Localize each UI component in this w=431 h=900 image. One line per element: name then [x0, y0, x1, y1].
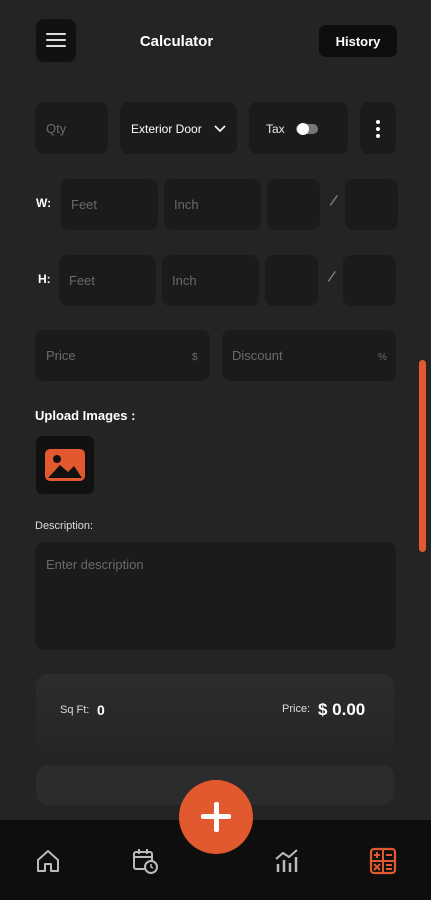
width-inch-input[interactable]: Inch: [164, 179, 261, 230]
sqft-label: Sq Ft:: [60, 704, 90, 716]
width-fraction-slash: /: [328, 192, 339, 211]
width-feet-placeholder: Feet: [71, 197, 98, 212]
description-label: Description:: [35, 520, 94, 532]
price-summary-label: Price:: [282, 703, 311, 715]
summary-card: Sq Ft: 0 Price: $ 0.00: [36, 674, 394, 752]
upload-image-button[interactable]: [36, 436, 94, 494]
calendar-clock-icon[interactable]: [131, 847, 159, 875]
height-feet-placeholder: Feet: [69, 273, 96, 288]
qty-placeholder: Qty: [46, 121, 67, 136]
tax-label: Tax: [266, 122, 285, 136]
qty-input[interactable]: Qty: [35, 102, 108, 154]
height-fraction-numerator-input[interactable]: [265, 255, 318, 306]
tax-toggle-container: Tax: [249, 102, 348, 154]
calculator-icon[interactable]: [369, 847, 397, 875]
width-fraction-numerator-input[interactable]: [267, 179, 320, 230]
image-icon: [45, 449, 85, 481]
height-inch-placeholder: Inch: [172, 273, 197, 288]
sqft-value: 0: [97, 702, 105, 718]
discount-placeholder: Discount: [232, 348, 283, 363]
tax-toggle[interactable]: [296, 123, 318, 135]
width-feet-input[interactable]: Feet: [61, 179, 158, 230]
width-inch-placeholder: Inch: [174, 197, 199, 212]
chevron-down-icon: [214, 125, 226, 133]
door-type-select[interactable]: Exterior Door: [120, 102, 237, 154]
width-label: W:: [36, 196, 52, 210]
height-fraction-denominator-input[interactable]: [343, 255, 396, 306]
door-type-value: Exterior Door: [131, 122, 202, 136]
analytics-chart-icon[interactable]: [273, 847, 301, 875]
upload-images-label: Upload Images :: [35, 408, 136, 423]
home-icon[interactable]: [34, 847, 62, 875]
price-placeholder: Price: [46, 348, 76, 363]
history-button[interactable]: History: [319, 25, 397, 57]
height-inch-input[interactable]: Inch: [162, 255, 259, 306]
height-feet-input[interactable]: Feet: [59, 255, 156, 306]
scrollbar-thumb[interactable]: [419, 360, 426, 552]
price-summary-value: $ 0.00: [318, 700, 366, 719]
description-placeholder: Enter description: [46, 557, 144, 572]
discount-input[interactable]: Discount %: [222, 330, 396, 381]
add-button[interactable]: [179, 780, 253, 854]
more-options-button[interactable]: [360, 102, 396, 154]
height-fraction-slash: /: [326, 268, 337, 287]
width-fraction-denominator-input[interactable]: [345, 179, 398, 230]
price-currency-suffix: $: [192, 352, 198, 363]
page-title: Calculator: [139, 33, 214, 50]
price-input[interactable]: Price $: [35, 330, 210, 381]
discount-percent-suffix: %: [378, 352, 387, 363]
height-label: H:: [38, 272, 51, 286]
description-textarea[interactable]: Enter description: [35, 542, 396, 650]
